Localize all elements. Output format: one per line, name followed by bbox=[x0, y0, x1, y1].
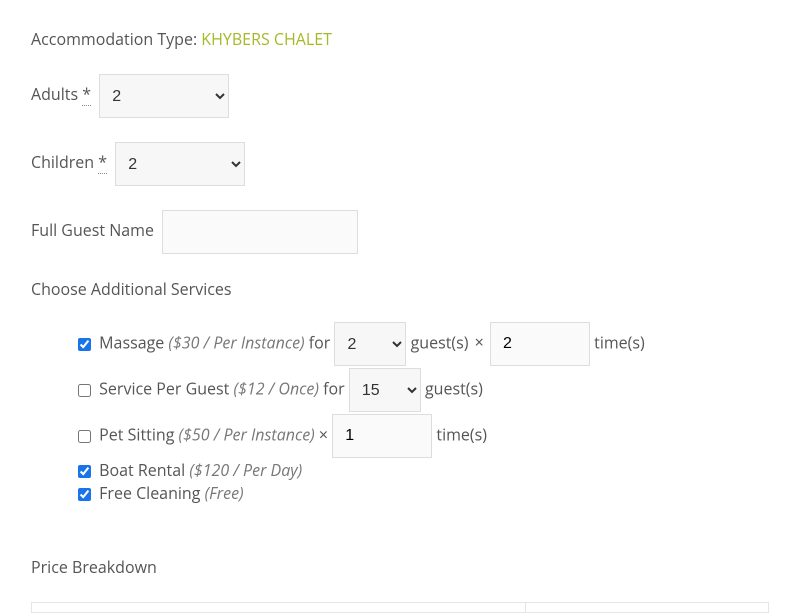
cleaning-name: Free Cleaning bbox=[99, 482, 204, 504]
required-marker: * bbox=[98, 151, 107, 174]
children-row: Children * 2 bbox=[31, 142, 769, 186]
children-select[interactable]: 2 bbox=[115, 142, 245, 186]
service-per-guest: Service Per Guest ($12 / Once) for 15 gu… bbox=[74, 368, 769, 412]
service-boat-rental: Boat Rental ($120 / Per Day) bbox=[74, 460, 769, 481]
massage-name: Massage bbox=[99, 331, 168, 353]
fullname-row: Full Guest Name bbox=[31, 210, 769, 254]
massage-times-input[interactable] bbox=[490, 322, 590, 366]
table-row bbox=[32, 603, 769, 613]
perguest-guests-select[interactable]: 15 bbox=[349, 368, 421, 412]
perguest-name: Service Per Guest bbox=[99, 377, 233, 399]
petsitting-price: ($50 / Per Instance) bbox=[179, 423, 315, 445]
boat-checkbox[interactable] bbox=[78, 465, 91, 478]
accommodation-type-label: Accommodation Type: bbox=[31, 28, 201, 50]
price-breakdown-header: Price Breakdown bbox=[31, 556, 769, 578]
boat-name: Boat Rental bbox=[99, 459, 189, 481]
fullname-label: Full Guest Name bbox=[31, 219, 154, 241]
adults-label: Adults * bbox=[31, 83, 91, 105]
services-list: Massage ($30 / Per Instance) for 2 guest… bbox=[31, 322, 769, 504]
massage-price: ($30 / Per Instance) bbox=[168, 331, 304, 353]
massage-checkbox[interactable] bbox=[78, 338, 91, 351]
petsitting-times-input[interactable] bbox=[332, 414, 432, 458]
massage-guests-select[interactable]: 2 bbox=[334, 322, 406, 366]
petsitting-name: Pet Sitting bbox=[99, 423, 178, 445]
perguest-price: ($12 / Once) bbox=[234, 377, 319, 399]
service-massage: Massage ($30 / Per Instance) for 2 guest… bbox=[74, 322, 769, 366]
services-header: Choose Additional Services bbox=[31, 278, 769, 300]
perguest-checkbox[interactable] bbox=[78, 384, 91, 397]
adults-select[interactable]: 2 bbox=[99, 74, 229, 118]
cleaning-price: (Free) bbox=[205, 482, 244, 504]
service-free-cleaning: Free Cleaning (Free) bbox=[74, 483, 769, 504]
fullname-input[interactable] bbox=[162, 210, 358, 254]
petsitting-checkbox[interactable] bbox=[78, 430, 91, 443]
required-marker: * bbox=[82, 83, 91, 106]
cleaning-checkbox[interactable] bbox=[78, 488, 91, 501]
price-breakdown-table bbox=[31, 602, 769, 613]
accommodation-name: KHYBERS CHALET bbox=[201, 28, 332, 50]
accommodation-type: Accommodation Type: KHYBERS CHALET bbox=[31, 28, 769, 50]
adults-row: Adults * 2 bbox=[31, 74, 769, 118]
service-pet-sitting: Pet Sitting ($50 / Per Instance) × time(… bbox=[74, 414, 769, 458]
children-label: Children * bbox=[31, 151, 107, 173]
boat-price: ($120 / Per Day) bbox=[189, 459, 302, 481]
